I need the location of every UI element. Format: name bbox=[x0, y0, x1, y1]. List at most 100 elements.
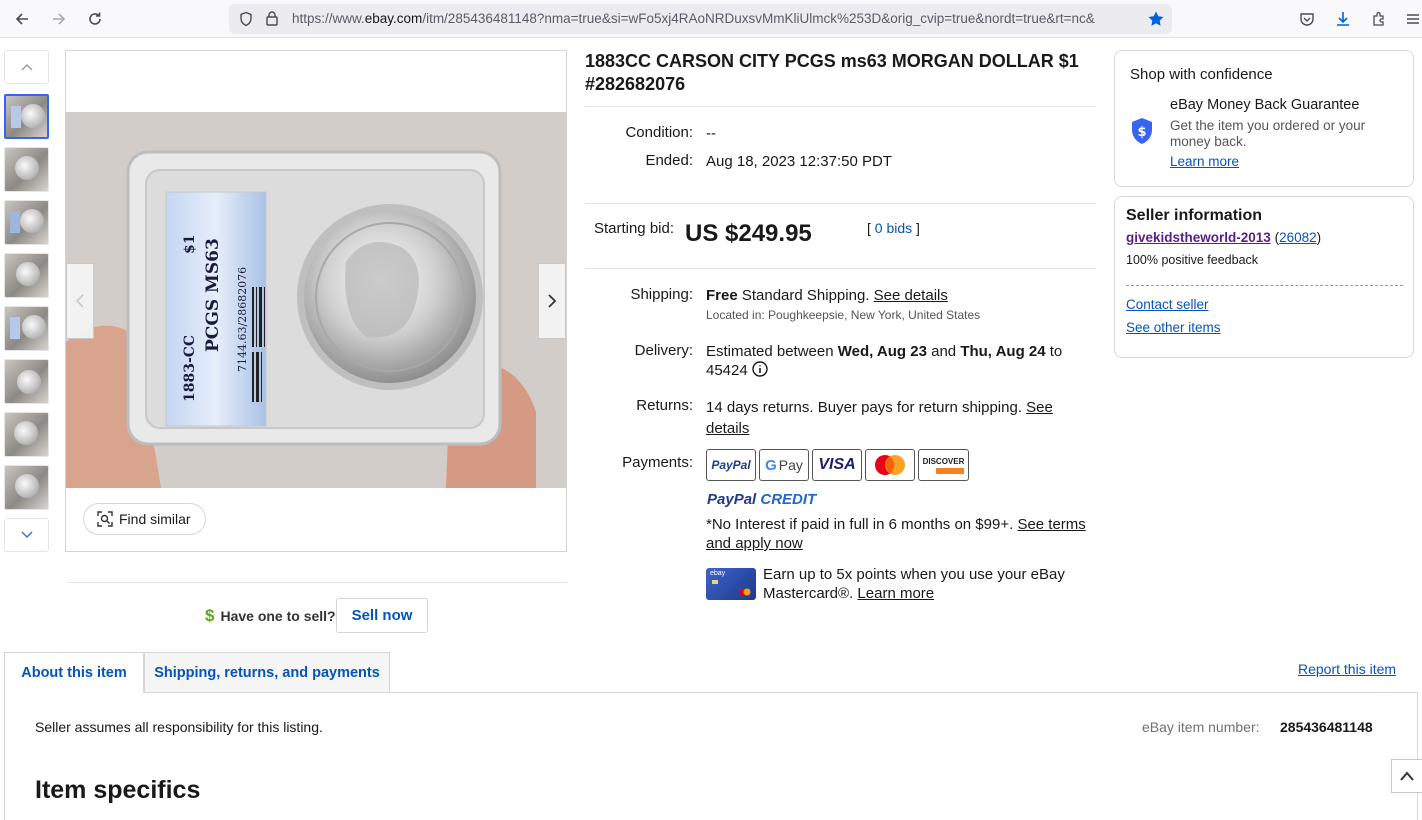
scroll-to-top-button[interactable] bbox=[1391, 759, 1422, 793]
chevron-up-icon bbox=[1400, 771, 1414, 781]
item-number-value: 285436481148 bbox=[1280, 719, 1373, 735]
delivery-zip: 45424 bbox=[706, 362, 748, 379]
guarantee-title: eBay Money Back Guarantee bbox=[1170, 97, 1360, 113]
image-prev-button[interactable] bbox=[66, 263, 94, 339]
money-back-shield-icon: $ bbox=[1132, 118, 1152, 144]
seller-name-row: givekidstheworld-2013 (26082) bbox=[1126, 230, 1321, 245]
item-number-label: eBay item number: bbox=[1142, 719, 1260, 735]
shield-icon[interactable] bbox=[238, 11, 254, 32]
main-product-image[interactable]: 1883-CC PCGS MS63 $1 7144.63/28682076 bbox=[66, 112, 566, 488]
seller-heading: Seller information bbox=[1126, 207, 1263, 224]
bids-link[interactable]: 0 bids bbox=[875, 220, 912, 236]
returns-details-link[interactable]: details bbox=[706, 420, 749, 437]
pocket-icon[interactable] bbox=[1294, 6, 1320, 32]
divider bbox=[585, 203, 1096, 204]
find-similar-label: Find similar bbox=[119, 511, 191, 527]
thumbnail-3[interactable] bbox=[4, 200, 49, 245]
thumbnail-8[interactable] bbox=[4, 465, 49, 510]
guarantee-learn-more-link[interactable]: Learn more bbox=[1170, 154, 1239, 169]
discover-logo: DISCOVER bbox=[918, 449, 969, 481]
earn-line-1: Earn up to 5x points when you use your e… bbox=[763, 566, 1065, 583]
delivery-text: Estimated between bbox=[706, 343, 834, 360]
delivery-to: Thu, Aug 24 bbox=[960, 343, 1046, 360]
mastercard-icon bbox=[875, 455, 905, 475]
shipping-see-details-link[interactable]: See details bbox=[874, 287, 948, 304]
seller-feedback: 100% positive feedback bbox=[1126, 253, 1259, 267]
find-similar-button[interactable]: Find similar bbox=[83, 503, 206, 535]
seller-name-link[interactable]: givekidstheworld-2013 bbox=[1126, 230, 1271, 245]
apply-now-link[interactable]: and apply now bbox=[706, 535, 803, 552]
svg-text:PCGS MS63: PCGS MS63 bbox=[203, 238, 223, 352]
google-g: G bbox=[765, 456, 777, 474]
see-other-items-link[interactable]: See other items bbox=[1126, 320, 1221, 335]
coin-slab-photo: 1883-CC PCGS MS63 $1 7144.63/28682076 bbox=[66, 112, 566, 488]
menu-icon[interactable] bbox=[1400, 6, 1422, 32]
url-text[interactable]: https://www.ebay.com/itm/285436481148?nm… bbox=[292, 11, 1137, 26]
ended-value: Aug 18, 2023 12:37:50 PDT bbox=[706, 153, 892, 170]
thumbnails-up-button[interactable] bbox=[4, 50, 49, 84]
guarantee-text: Get the item you ordered or your money b… bbox=[1170, 118, 1365, 150]
starting-bid-value: US $249.95 bbox=[685, 220, 812, 247]
divider bbox=[585, 268, 1096, 269]
listing-title: 1883CC CARSON CITY PCGS ms63 MORGAN DOLL… bbox=[585, 51, 1079, 94]
returns-see-link[interactable]: See bbox=[1026, 399, 1053, 416]
report-item-link[interactable]: Report this item bbox=[1298, 661, 1396, 677]
ebay-mastercard-image: ebay bbox=[706, 568, 756, 600]
svg-text:$: $ bbox=[1137, 125, 1146, 140]
responsibility-text: Seller assumes all responsibility for th… bbox=[35, 719, 323, 735]
condition-label: Condition: bbox=[625, 124, 693, 141]
thumbnail-5[interactable] bbox=[4, 306, 49, 351]
svg-text:$1: $1 bbox=[182, 235, 198, 254]
thumbnail-2[interactable] bbox=[4, 147, 49, 192]
no-interest-body: *No Interest if paid in full in 6 months… bbox=[706, 516, 1014, 533]
google-pay-text: Pay bbox=[778, 457, 803, 473]
about-item-panel: Seller assumes all responsibility for th… bbox=[4, 692, 1418, 820]
delivery-from: Wed, Aug 23 bbox=[837, 343, 927, 360]
paypal-text: PayPal bbox=[711, 458, 751, 472]
info-icon[interactable] bbox=[752, 361, 768, 377]
visa-logo: VISA bbox=[812, 449, 862, 481]
delivery-value: Estimated between Wed, Aug 23 and Thu, A… bbox=[706, 342, 1086, 380]
guarantee-line-1: Get the item you ordered or your bbox=[1170, 118, 1366, 133]
card-brand-text: ebay bbox=[710, 570, 726, 577]
have-one-to-sell: $ Have one to sell? bbox=[205, 606, 336, 626]
payments-label: Payments: bbox=[622, 454, 693, 471]
image-next-button[interactable] bbox=[538, 263, 566, 339]
condition-value: -- bbox=[706, 125, 716, 142]
forward-icon[interactable] bbox=[46, 6, 72, 32]
earn-learn-more-link[interactable]: Learn more bbox=[857, 585, 934, 602]
contact-seller-link[interactable]: Contact seller bbox=[1126, 297, 1209, 312]
discover-text: DISCOVER bbox=[922, 456, 965, 466]
item-location: Located in: Poughkeepsie, New York, Unit… bbox=[706, 308, 981, 322]
reload-icon[interactable] bbox=[82, 6, 108, 32]
bracket-close: ] bbox=[916, 220, 920, 236]
back-icon[interactable] bbox=[9, 6, 35, 32]
mastercard-logo bbox=[865, 449, 915, 481]
seller-divider bbox=[1126, 285, 1403, 286]
thumbnails-down-button[interactable] bbox=[4, 518, 49, 552]
bookmark-star-icon[interactable] bbox=[1147, 10, 1165, 33]
svg-text:7144.63/28682076: 7144.63/28682076 bbox=[236, 267, 249, 372]
earn-line-2: Mastercard®. bbox=[763, 585, 854, 602]
downloads-icon[interactable] bbox=[1330, 6, 1356, 32]
thumbnail-6[interactable] bbox=[4, 359, 49, 404]
returns-label: Returns: bbox=[636, 397, 693, 414]
extensions-icon[interactable] bbox=[1366, 6, 1392, 32]
see-terms-link[interactable]: See terms bbox=[1017, 516, 1085, 533]
returns-value: 14 days returns. Buyer pays for return s… bbox=[706, 397, 1091, 439]
thumbnail-4[interactable] bbox=[4, 253, 49, 298]
paypal-credit-paypal: PayPal bbox=[707, 491, 757, 508]
chevron-up-icon bbox=[21, 64, 32, 71]
thumbnail-1[interactable] bbox=[4, 94, 49, 139]
thumbnail-7[interactable] bbox=[4, 412, 49, 457]
shop-with-confidence-panel: Shop with confidence $ eBay Money Back G… bbox=[1114, 50, 1414, 187]
sell-now-button[interactable]: Sell now bbox=[336, 598, 428, 633]
tab-about-this-item[interactable]: About this item bbox=[4, 652, 144, 693]
shipping-label: Shipping: bbox=[630, 286, 693, 303]
item-specifics-heading: Item specifics bbox=[35, 776, 201, 804]
seller-score-link[interactable]: 26082 bbox=[1279, 230, 1317, 245]
lock-icon[interactable] bbox=[265, 10, 279, 31]
url-bar[interactable]: https://www.ebay.com/itm/285436481148?nm… bbox=[229, 4, 1172, 34]
paypal-credit-credit: CREDIT bbox=[760, 491, 817, 508]
tab-shipping-returns-payments[interactable]: Shipping, returns, and payments bbox=[144, 652, 390, 693]
